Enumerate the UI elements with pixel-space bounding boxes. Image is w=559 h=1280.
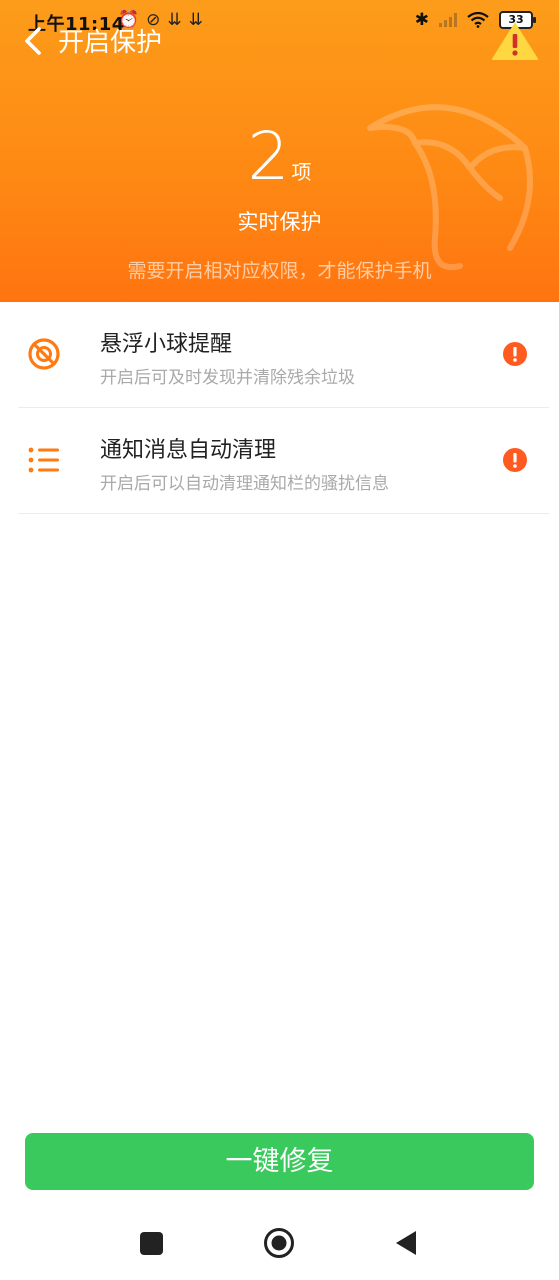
wifi-icon (467, 12, 489, 28)
nav-back-button[interactable] (394, 1229, 418, 1257)
recent-apps-button[interactable] (140, 1232, 163, 1255)
alert-icon[interactable] (503, 342, 527, 366)
system-navigation-bar (0, 1215, 559, 1275)
protection-list: 悬浮小球提醒 开启后可及时发现并清除残余垃圾 通知消息自动清理 开启后可以自动清… (18, 302, 549, 514)
bluetooth-icon: ✱ (414, 10, 429, 30)
item-title: 悬浮小球提醒 (100, 332, 233, 357)
home-button[interactable] (263, 1227, 295, 1259)
one-click-fix-button[interactable]: 一键修复 (25, 1133, 534, 1190)
list-item-floating-ball[interactable]: 悬浮小球提醒 开启后可及时发现并清除残余垃圾 (18, 302, 549, 408)
floating-ball-icon (28, 338, 60, 370)
realtime-protection-label: 实时保护 (237, 210, 322, 234)
warning-icon[interactable] (491, 21, 539, 61)
permission-hint: 需要开启相对应权限，才能保护手机 (127, 260, 432, 282)
item-title: 通知消息自动清理 (100, 438, 277, 463)
signal-icon (439, 13, 457, 27)
check-icon: ⇊ (188, 10, 203, 30)
count-unit: 项 (291, 160, 312, 184)
count-number: 2 (247, 118, 290, 195)
protection-count: 2项 (0, 118, 559, 195)
header-banner: 上午11:14 ⏰ ⊘ ⇊ ⇊ ✱ 33 开启保护 2项 实时保护 需要开启相对… (0, 0, 559, 302)
back-button[interactable] (20, 25, 48, 57)
list-item-notification-clean[interactable]: 通知消息自动清理 开启后可以自动清理通知栏的骚扰信息 (18, 408, 549, 514)
item-description: 开启后可以自动清理通知栏的骚扰信息 (100, 474, 389, 494)
page-title: 开启保护 (58, 28, 163, 58)
item-description: 开启后可及时发现并清除残余垃圾 (100, 368, 355, 388)
check-icon: ⇊ (167, 10, 182, 30)
alert-icon[interactable] (503, 448, 527, 472)
list-icon (28, 447, 59, 473)
